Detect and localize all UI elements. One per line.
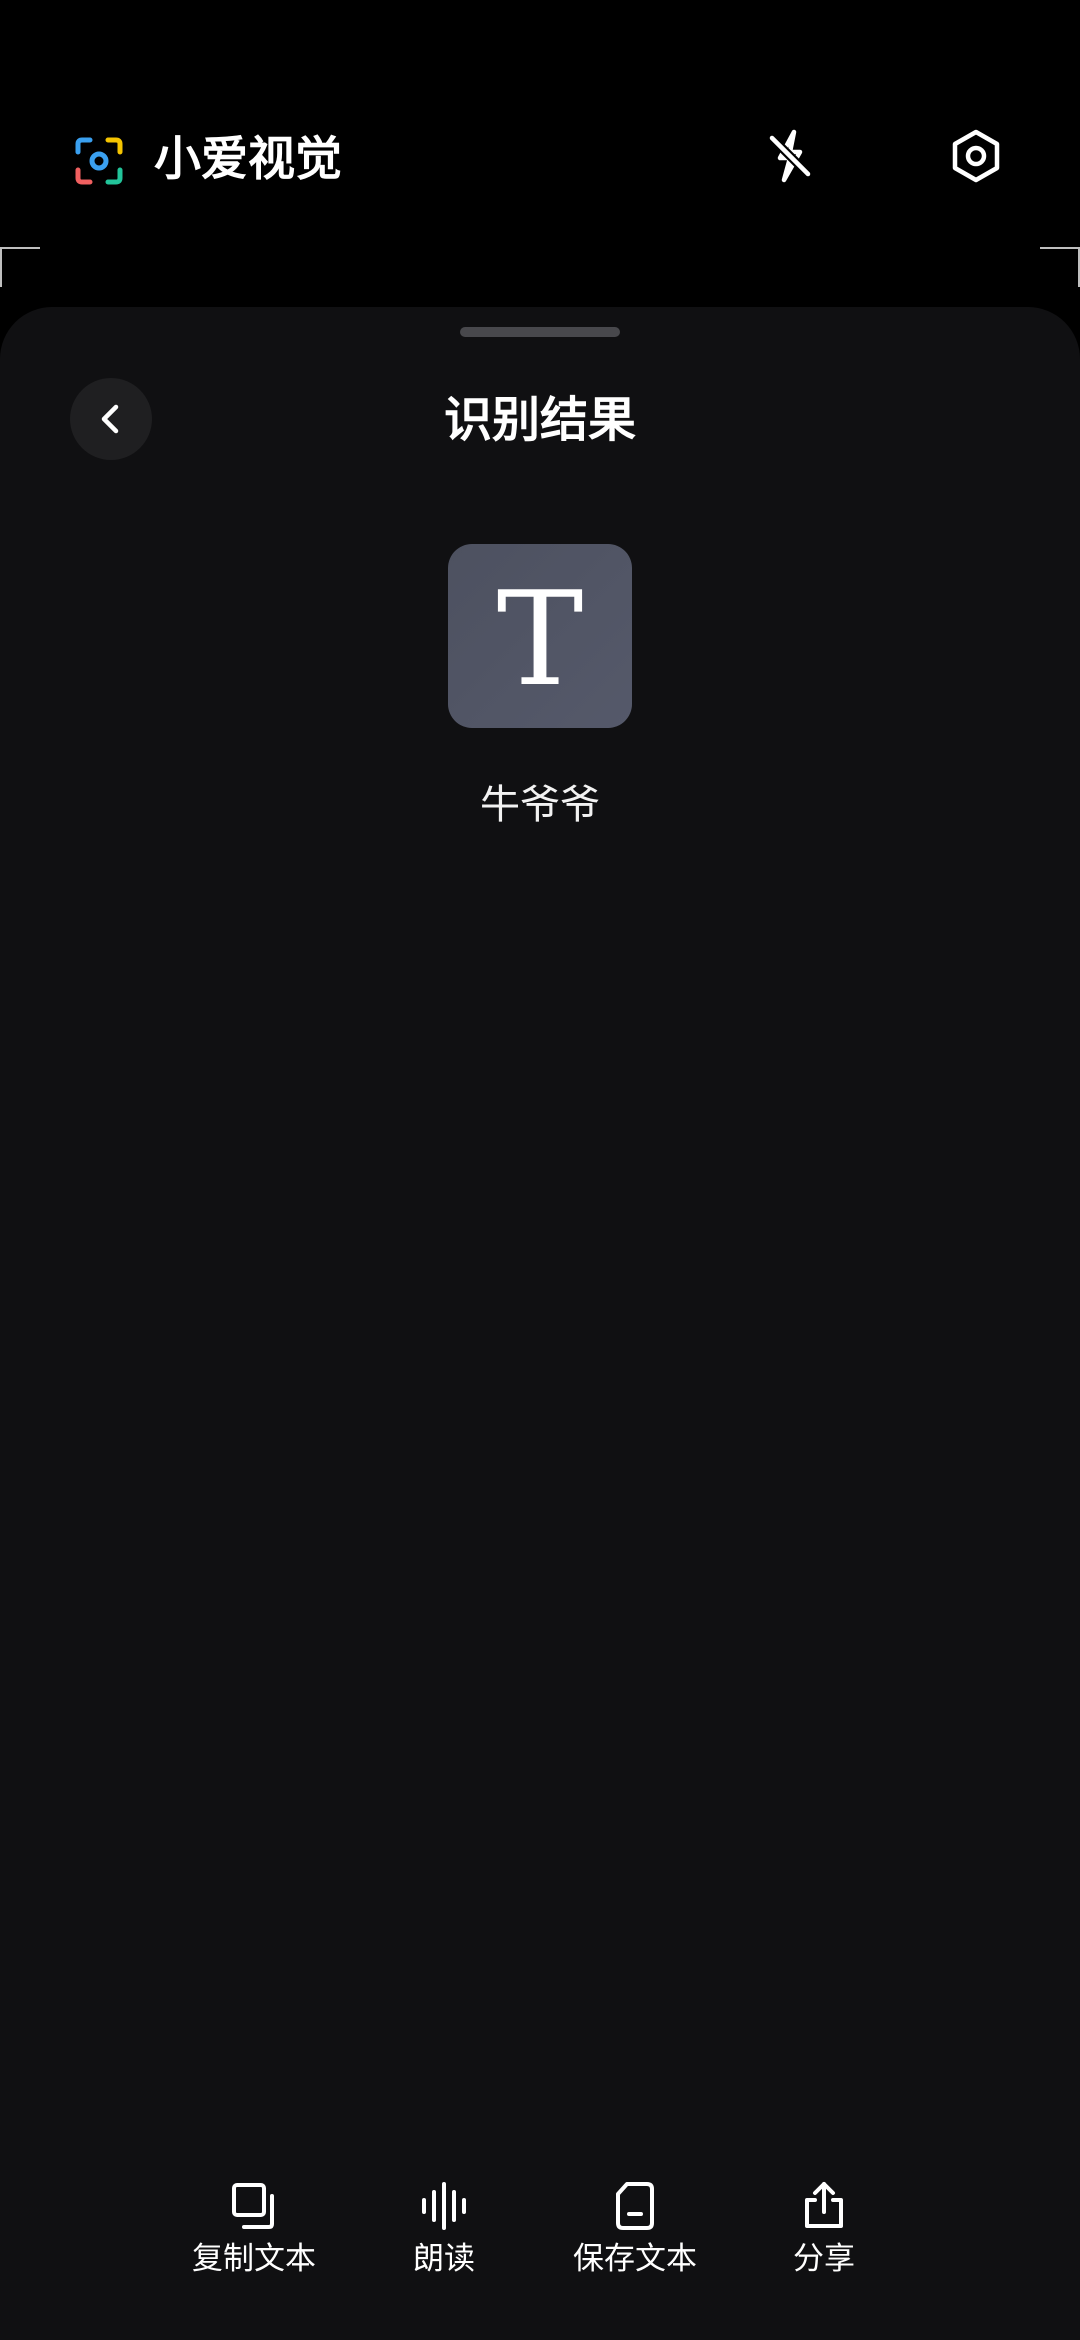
share-label: 分享 xyxy=(793,2241,855,2277)
viewfinder-corner-top-right xyxy=(1040,247,1080,287)
flash-off-icon[interactable] xyxy=(758,124,822,188)
copy-icon xyxy=(232,2183,274,2229)
app-title: 小爱视觉 xyxy=(154,132,342,187)
read-aloud-label: 朗读 xyxy=(413,2241,475,2277)
save-text-label: 保存文本 xyxy=(573,2241,697,2277)
action-bar: 复制文本 朗读 保存文本 分享 xyxy=(0,2180,1080,2290)
sheet-drag-handle[interactable] xyxy=(460,327,620,337)
result-sheet: 识别结果 T 牛爷爷 xyxy=(0,307,1080,2340)
copy-text-label: 复制文本 xyxy=(192,2241,316,2277)
soundwave-icon xyxy=(422,2182,466,2230)
viewfinder-corner-top-left xyxy=(0,247,40,287)
text-type-glyph: T xyxy=(496,563,584,715)
camera-focus-icon xyxy=(75,137,123,185)
save-text-button[interactable]: 保存文本 xyxy=(555,2180,715,2290)
sheet-title: 识别结果 xyxy=(443,392,636,448)
document-icon xyxy=(616,2182,654,2230)
recognized-text[interactable]: 牛爷爷 xyxy=(0,777,1080,833)
screen: 小爱视觉 识别结果 T 牛爷爷 复制文本 朗读 保存文本 分享 xyxy=(0,0,1080,2340)
share-icon xyxy=(805,2182,843,2228)
read-aloud-button[interactable]: 朗读 xyxy=(364,2180,524,2290)
share-button[interactable]: 分享 xyxy=(744,2180,904,2290)
app-bar: 小爱视觉 xyxy=(0,120,1080,200)
hexagon-settings-icon[interactable] xyxy=(944,124,1008,188)
text-type-icon: T xyxy=(448,544,632,728)
copy-text-button[interactable]: 复制文本 xyxy=(174,2180,334,2290)
